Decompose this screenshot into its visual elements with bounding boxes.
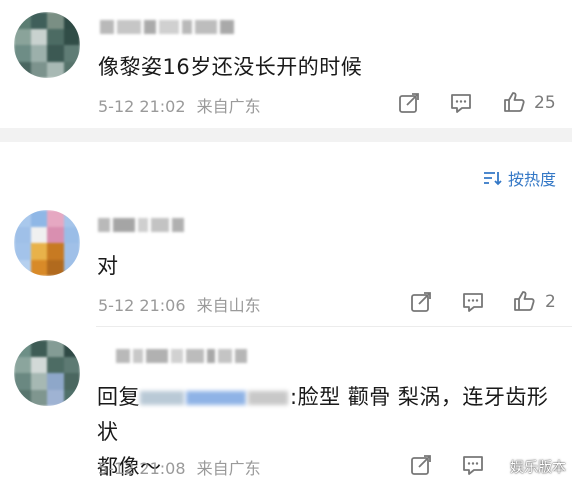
comment-icon[interactable] <box>461 453 485 477</box>
like-icon[interactable] <box>502 90 526 114</box>
sort-by-heat-button[interactable]: 按热度 <box>482 166 556 190</box>
comment-time: 5-12 21:08 <box>98 459 186 478</box>
comment-icon[interactable] <box>461 290 485 314</box>
watermark: 娱乐版本 <box>510 460 566 476</box>
username-blurred[interactable] <box>116 347 247 365</box>
sort-label: 按热度 <box>507 170 556 189</box>
divider <box>96 326 572 327</box>
comment-meta: 5-12 21:02 来自广东 <box>98 93 261 117</box>
mention-blurred[interactable] <box>140 388 290 408</box>
share-icon[interactable] <box>409 453 433 477</box>
comment-meta: 5-12 21:08 来自广东 <box>98 455 261 479</box>
like-count: 2 <box>545 292 556 312</box>
comment-text: 对 <box>97 254 119 278</box>
comment-meta: 5-12 21:06 来自山东 <box>98 292 261 316</box>
avatar[interactable] <box>14 340 80 406</box>
username-blurred[interactable] <box>100 18 234 36</box>
share-icon[interactable] <box>397 91 421 115</box>
comment-icon[interactable] <box>449 91 473 115</box>
comment-time: 5-12 21:06 <box>98 296 186 315</box>
share-icon[interactable] <box>409 290 433 314</box>
like-count: 25 <box>534 93 556 113</box>
comment-location: 来自山东 <box>196 296 261 315</box>
like-icon[interactable] <box>512 289 536 313</box>
comment-location: 来自广东 <box>196 97 261 116</box>
comment-text: 像黎姿16岁还没长开的时候 <box>98 55 363 79</box>
comment-time: 5-12 21:02 <box>98 97 186 116</box>
section-separator <box>0 128 572 142</box>
username-blurred[interactable] <box>98 216 184 234</box>
avatar[interactable] <box>14 210 80 276</box>
sort-icon <box>483 172 502 186</box>
reply-prefix: 回复 <box>97 385 140 409</box>
avatar[interactable] <box>14 12 80 78</box>
comment-location: 来自广东 <box>196 459 261 478</box>
